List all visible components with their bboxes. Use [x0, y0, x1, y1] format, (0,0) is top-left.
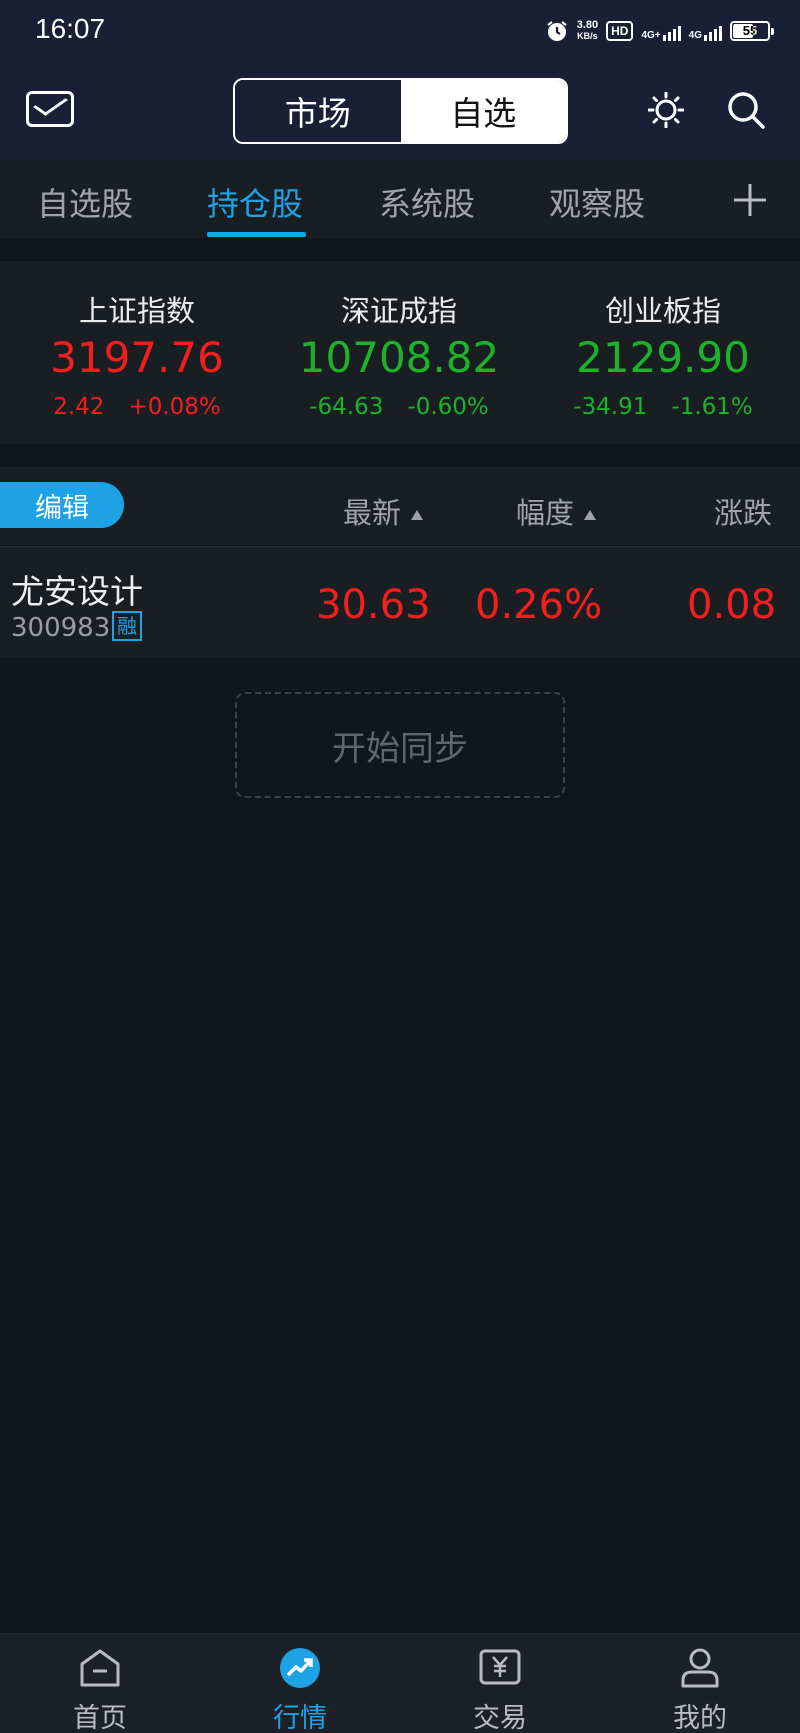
- status-time: 16:07: [35, 13, 106, 44]
- index-value: 10708.82: [298, 333, 500, 382]
- column-latest[interactable]: 最新: [343, 490, 424, 532]
- tab-favorites[interactable]: 自选股: [37, 179, 133, 225]
- list-header: 编辑 最新 幅度 涨跌: [0, 467, 800, 545]
- net-speed: 3.80 KB/s: [576, 19, 599, 42]
- add-tab-icon[interactable]: [732, 182, 768, 218]
- index-name: 深证成指: [340, 294, 457, 328]
- market-trend-icon: [280, 1648, 320, 1688]
- sort-triangle-icon: [411, 510, 424, 520]
- user-icon: [681, 1648, 719, 1688]
- tab-observe[interactable]: 观察股: [549, 179, 645, 225]
- status-bar: 16:07 3.80 KB/s HD 4G+ 4G 55: [0, 0, 800, 62]
- index-name: 上证指数: [78, 294, 195, 328]
- watchlist-tabs: 自选股 持仓股 系统股 观察股: [0, 160, 800, 238]
- battery-icon: 55: [730, 21, 774, 41]
- change-percent: 0.26%: [475, 582, 603, 628]
- index-value: 2129.90: [576, 333, 750, 382]
- stock-name: 尤安设计: [11, 572, 143, 611]
- market-watchlist-switch: 市场 自选: [233, 78, 568, 144]
- stock-code: 300983: [11, 613, 111, 643]
- column-change[interactable]: 涨跌: [714, 490, 772, 532]
- active-tab-indicator: [207, 232, 306, 237]
- signal-bars-icon: [704, 21, 722, 41]
- status-icons: 3.80 KB/s HD 4G+ 4G 55: [545, 16, 774, 46]
- index-value: 3197.76: [50, 333, 224, 382]
- start-sync-button[interactable]: 开始同步: [235, 692, 565, 798]
- trade-yen-icon: [479, 1649, 521, 1685]
- index-change: -64.63 -0.60%: [309, 394, 489, 420]
- search-icon[interactable]: [726, 90, 766, 130]
- tab-system[interactable]: 系统股: [379, 179, 475, 225]
- sort-triangle-icon: [584, 510, 597, 520]
- signal-2: 4G: [689, 21, 722, 41]
- edit-button[interactable]: 编辑: [0, 482, 124, 528]
- change-amount: 0.08: [687, 582, 777, 628]
- nav-market[interactable]: 行情: [200, 1634, 400, 1733]
- index-change: -34.91 -1.61%: [573, 394, 753, 420]
- app-header: 市场 自选: [0, 62, 800, 160]
- segment-watchlist[interactable]: 自选: [400, 80, 566, 142]
- theme-sun-icon[interactable]: [648, 92, 684, 128]
- nav-home[interactable]: 首页: [0, 1634, 200, 1733]
- nav-trade[interactable]: 交易: [400, 1634, 600, 1733]
- column-percent[interactable]: 幅度: [516, 490, 597, 532]
- signal-1: 4G+: [641, 21, 681, 41]
- latest-price: 30.63: [316, 582, 431, 628]
- tab-holdings[interactable]: 持仓股: [207, 179, 303, 225]
- signal-bars-icon: [662, 21, 681, 41]
- index-change: 2.42 +0.08%: [53, 394, 221, 420]
- margin-badge: 融: [112, 611, 142, 641]
- home-icon: [80, 1649, 120, 1687]
- segment-market[interactable]: 市场: [235, 80, 401, 142]
- nav-me[interactable]: 我的: [600, 1634, 800, 1733]
- index-name: 创业板指: [604, 294, 721, 328]
- bottom-nav: 首页 行情 交易 我的: [0, 1633, 800, 1733]
- index-panel: 上证指数 3197.76 2.42 +0.08% 深证成指 10708.82 -…: [0, 261, 800, 444]
- mail-icon[interactable]: [26, 91, 74, 127]
- table-row[interactable]: 尤安设计 300983 融 30.63 0.26% 0.08: [0, 546, 800, 658]
- alarm-icon: [547, 21, 567, 41]
- hd-icon: HD: [606, 21, 634, 41]
